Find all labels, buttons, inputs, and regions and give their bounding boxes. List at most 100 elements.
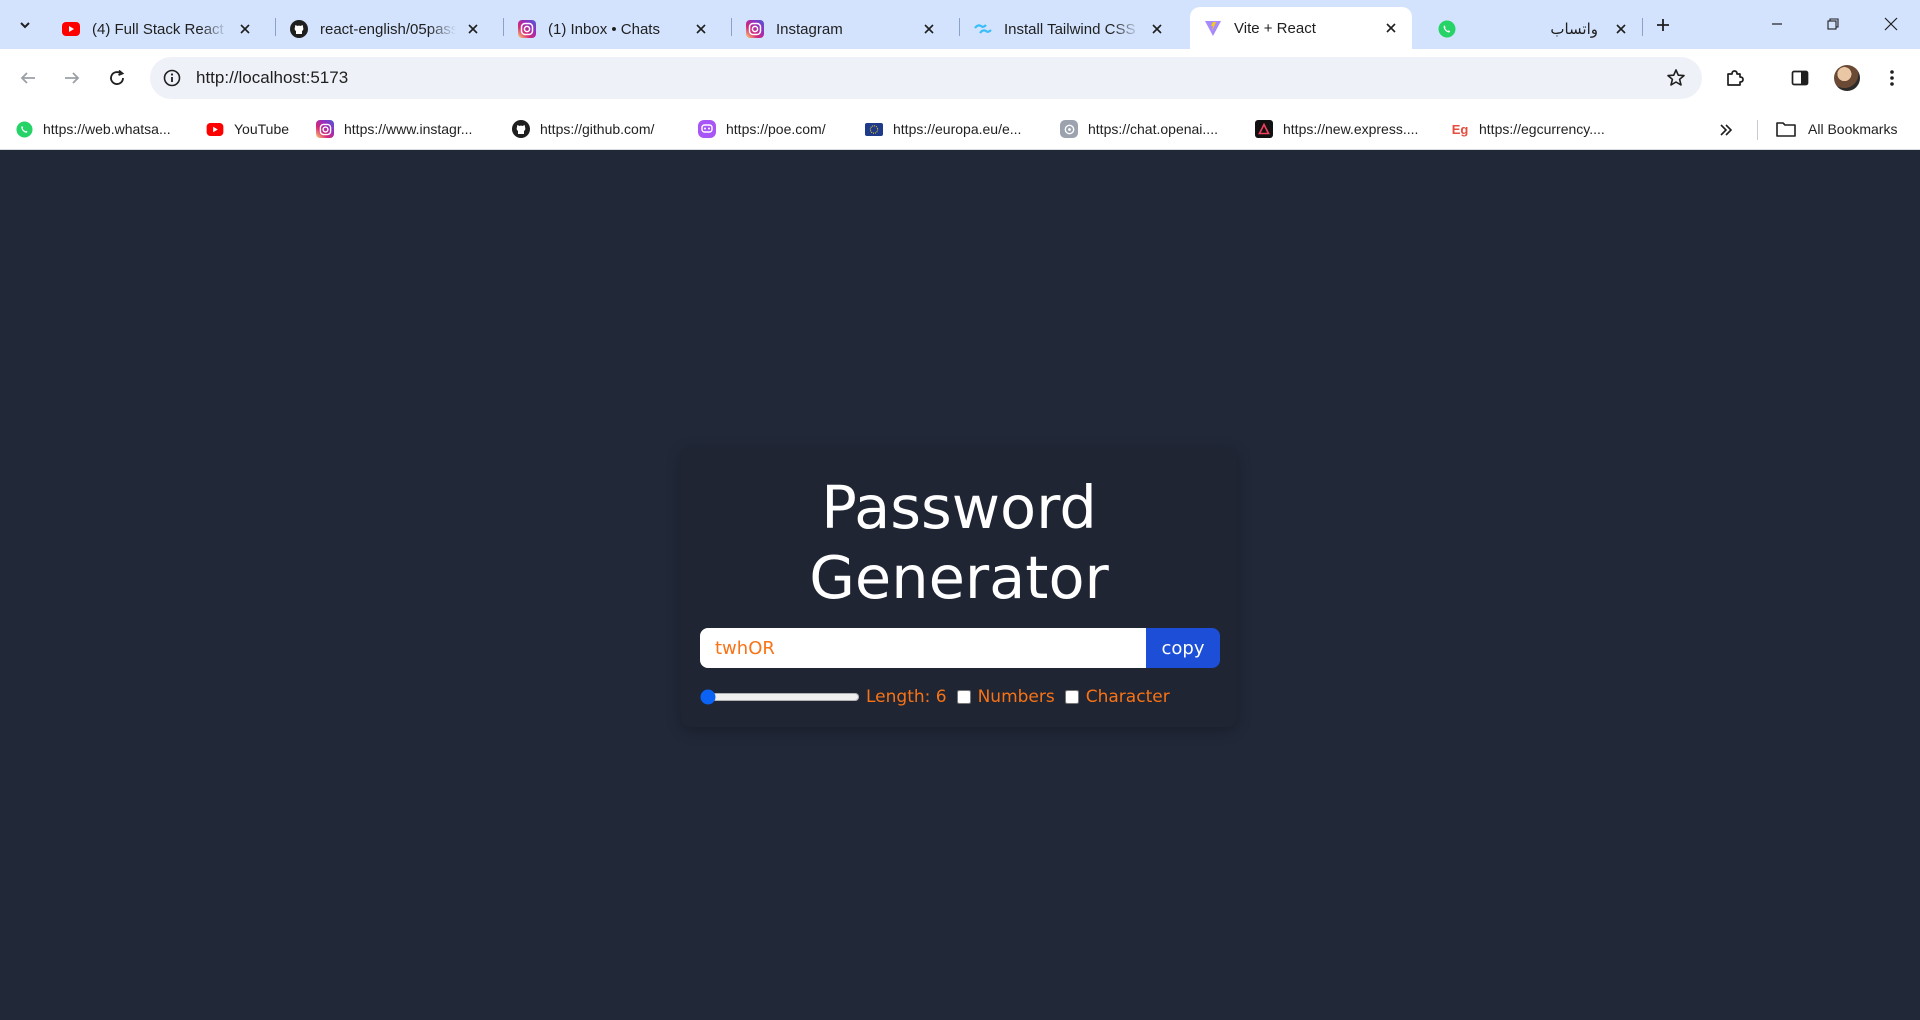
profile-avatar[interactable]	[1834, 65, 1860, 91]
bookmark-europa[interactable]: https://europa.eu/e...	[865, 117, 1021, 141]
instagram-icon	[316, 120, 334, 138]
side-panel-button[interactable]	[1783, 61, 1817, 95]
tab-title: Install Tailwind CSS w	[1004, 20, 1140, 38]
instagram-icon	[518, 20, 536, 38]
whatsapp-icon	[1438, 20, 1456, 38]
browser-menu-button[interactable]	[1875, 61, 1909, 95]
all-bookmarks-button[interactable]: All Bookmarks	[1776, 117, 1897, 141]
bookmark-egcurrency[interactable]: Eg https://egcurrency....	[1451, 117, 1605, 141]
browser-toolbar: http://localhost:5173	[0, 49, 1920, 108]
length-label: Length: 6	[866, 687, 947, 707]
folder-icon	[1776, 120, 1798, 138]
openai-icon	[1060, 120, 1078, 138]
tab-youtube[interactable]: (4) Full Stack React D	[48, 9, 266, 49]
bookmark-label: https://github.com/	[540, 121, 655, 137]
vite-icon	[1204, 19, 1222, 37]
close-icon	[1884, 17, 1898, 31]
new-tab-button[interactable]	[1650, 12, 1676, 38]
url-text[interactable]: http://localhost:5173	[196, 68, 348, 88]
restore-button[interactable]	[1810, 8, 1856, 40]
options-row: Length: 6 Numbers Character	[700, 685, 1170, 709]
numbers-label: Numbers	[977, 687, 1055, 707]
tab-title: Instagram	[776, 20, 843, 38]
side-panel-icon	[1791, 70, 1809, 86]
bookmark-instagram[interactable]: https://www.instagr...	[316, 117, 472, 141]
close-icon[interactable]	[236, 20, 254, 38]
copy-button[interactable]: copy	[1146, 628, 1220, 668]
tab-whatsapp[interactable]: واتساب	[1424, 9, 1642, 49]
bookmark-poe[interactable]: https://poe.com/	[698, 117, 826, 141]
bookmark-whatsapp[interactable]: https://web.whatsa...	[15, 117, 171, 141]
tab-tailwind[interactable]: Install Tailwind CSS w	[960, 9, 1178, 49]
tab-title: (4) Full Stack React D	[92, 20, 228, 38]
length-slider[interactable]	[700, 689, 860, 705]
bookmark-star-icon[interactable]	[1664, 66, 1688, 90]
bookmark-label: https://chat.openai....	[1088, 121, 1218, 137]
tab-github[interactable]: react-english/05pass	[276, 9, 494, 49]
eu-flag-icon	[865, 122, 883, 136]
more-bookmarks-button[interactable]	[1716, 120, 1736, 140]
tab-separator	[1642, 18, 1643, 36]
bookmark-youtube[interactable]: YouTube	[206, 117, 289, 141]
chevron-down-icon	[20, 22, 30, 29]
bookmark-label: https://europa.eu/e...	[893, 121, 1022, 137]
egcurrency-icon: Eg	[1451, 121, 1469, 137]
back-arrow-icon	[20, 72, 35, 84]
restore-icon	[1827, 18, 1839, 30]
bookmarks-bar: https://web.whatsa... YouTube https://ww…	[0, 108, 1920, 150]
bookmark-openai[interactable]: https://chat.openai....	[1060, 117, 1218, 141]
github-icon	[512, 120, 530, 138]
reload-button[interactable]	[100, 61, 134, 95]
bookmark-label: https://poe.com/	[726, 121, 826, 137]
close-icon[interactable]	[920, 20, 938, 38]
tab-title: واتساب	[1550, 21, 1598, 38]
bookmark-label: https://egcurrency....	[1479, 121, 1605, 137]
tab-strip: (4) Full Stack React D react-english/05p…	[0, 0, 1920, 49]
instagram-icon	[746, 20, 764, 38]
minimize-button[interactable]	[1754, 8, 1800, 40]
tab-title: (1) Inbox • Chats	[548, 20, 660, 38]
bookmark-label: https://new.express....	[1283, 121, 1419, 137]
page-content: Password Generator copy Length: 6 Number…	[0, 151, 1920, 1020]
tab-instagram[interactable]: Instagram	[732, 9, 950, 49]
adobe-express-icon	[1255, 120, 1273, 138]
back-button[interactable]	[11, 61, 45, 95]
numbers-checkbox[interactable]	[956, 690, 971, 704]
bookmark-label: https://www.instagr...	[344, 121, 473, 137]
password-field[interactable]	[700, 628, 1146, 668]
character-label: Character	[1085, 687, 1170, 707]
tab-vite-react[interactable]: Vite + React	[1190, 7, 1412, 49]
bookmark-label: https://web.whatsa...	[43, 121, 171, 137]
github-icon	[290, 20, 308, 38]
close-icon[interactable]	[692, 20, 710, 38]
tab-title: Vite + React	[1234, 19, 1316, 37]
all-bookmarks-label: All Bookmarks	[1808, 121, 1898, 137]
minimize-icon	[1772, 23, 1782, 25]
double-chevron-right-icon	[1720, 124, 1733, 136]
youtube-icon	[62, 20, 80, 38]
bookmark-adobe-express[interactable]: https://new.express....	[1255, 117, 1418, 141]
page-title: Password Generator	[809, 473, 1109, 612]
tab-instagram-inbox[interactable]: (1) Inbox • Chats	[504, 9, 722, 49]
more-vertical-icon	[1890, 70, 1894, 86]
bookmarks-divider	[1757, 120, 1758, 140]
plus-icon	[1657, 19, 1669, 31]
tab-search-button[interactable]	[7, 9, 43, 41]
extensions-button[interactable]	[1718, 61, 1752, 95]
close-icon[interactable]	[1148, 20, 1166, 38]
site-info-icon[interactable]	[160, 66, 184, 90]
poe-icon	[698, 120, 716, 138]
close-icon[interactable]	[464, 20, 482, 38]
tailwind-icon	[974, 20, 992, 38]
close-window-button[interactable]	[1868, 8, 1914, 40]
bookmark-github[interactable]: https://github.com/	[512, 117, 654, 141]
forward-button[interactable]	[55, 61, 89, 95]
character-checkbox[interactable]	[1064, 690, 1079, 704]
address-bar[interactable]: http://localhost:5173	[150, 57, 1702, 99]
close-icon[interactable]	[1382, 19, 1400, 37]
password-generator-card: Password Generator copy Length: 6 Number…	[681, 447, 1237, 727]
forward-arrow-icon	[65, 72, 80, 84]
puzzle-piece-icon	[1727, 70, 1744, 86]
whatsapp-icon	[15, 120, 33, 138]
close-icon[interactable]	[1612, 20, 1630, 38]
